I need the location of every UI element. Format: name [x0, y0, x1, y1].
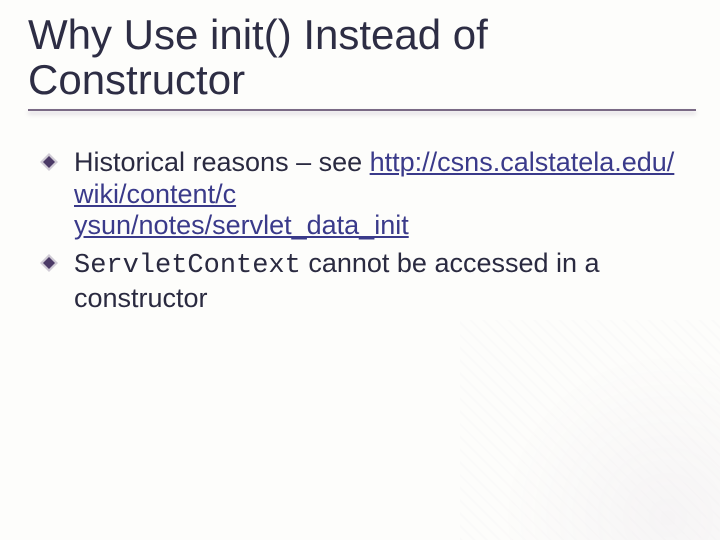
slide: Why Use init() Instead of Constructor Hi…	[0, 0, 720, 540]
bullet-item: Historical reasons – see http://csns.cal…	[74, 147, 690, 243]
slide-title: Why Use init() Instead of Constructor	[0, 0, 720, 105]
background-texture	[460, 320, 720, 540]
bullet-text-pre: Historical reasons – see	[74, 147, 370, 177]
title-line-2: Constructor	[28, 56, 245, 103]
bullet-item: ServletContext cannot be accessed in a c…	[74, 248, 690, 315]
diamond-bullet-icon	[40, 254, 58, 272]
title-line-1: Why Use init() Instead of	[28, 11, 488, 58]
code-text: ServletContext	[74, 251, 301, 281]
slide-body: Historical reasons – see http://csns.cal…	[0, 111, 720, 315]
diamond-bullet-icon	[40, 153, 58, 171]
link-text-line2: ysun/notes/servlet_data_init	[74, 210, 409, 240]
